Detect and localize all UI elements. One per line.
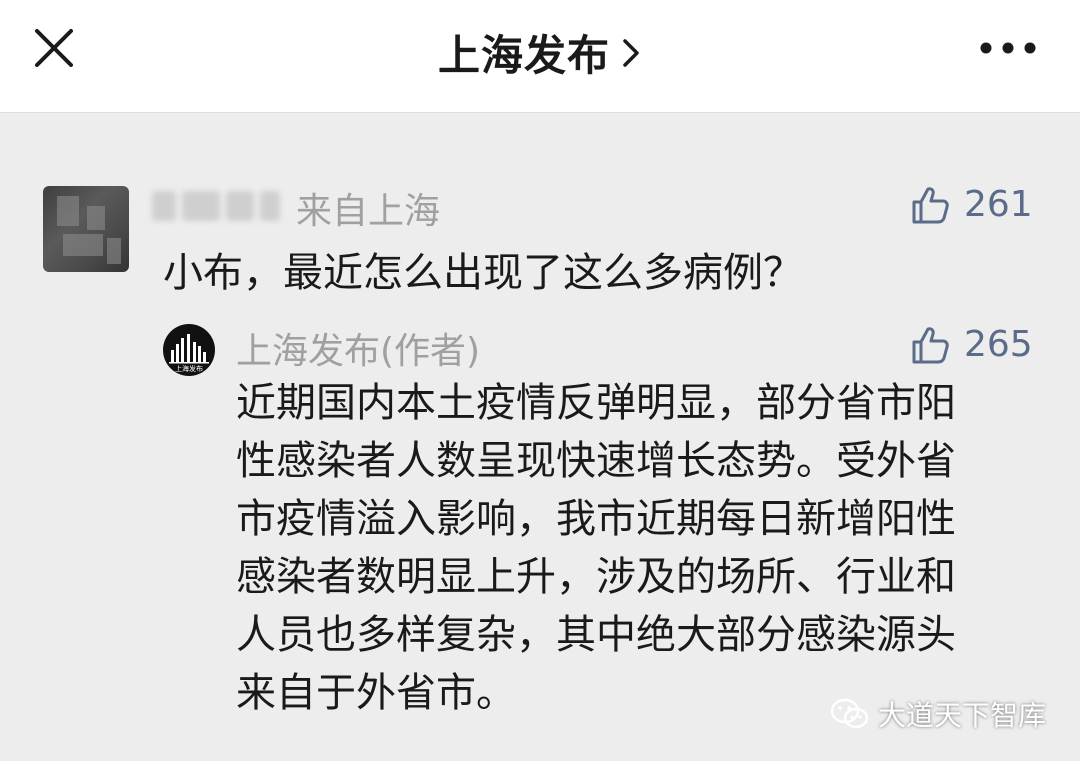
wechat-icon xyxy=(830,698,869,729)
reply-text-line: 人员也多样复杂，其中绝大部分感染源头 xyxy=(236,612,956,658)
comment-location: 来自上海 xyxy=(296,191,441,232)
page-title: 上海发布 xyxy=(437,31,610,80)
chevron-right-icon xyxy=(623,38,639,67)
more-button[interactable] xyxy=(976,36,1040,60)
reply-author-name: 上海发布(作者) xyxy=(236,331,481,372)
watermark: 大道天下智库 xyxy=(830,694,1046,734)
commenter-name-redacted xyxy=(152,186,280,226)
reply-text-line: 市疫情溢入影响，我市近期每日新增阳性 xyxy=(236,496,956,542)
account-title-link[interactable]: 上海发布 xyxy=(438,22,642,83)
comment-like-button[interactable]: 261 xyxy=(910,184,1033,225)
comment-text: 小布，最近怎么出现了这么多病例？ xyxy=(163,250,803,296)
author-avatar[interactable]: 上海发布 xyxy=(163,324,215,376)
avatar-logo-text: 上海发布 xyxy=(175,364,203,373)
reply-text-line: 近期国内本土疫情反弹明显，部分省市阳 xyxy=(236,380,956,426)
reply-text-line: 性感染者人数呈现快速增长态势。受外省 xyxy=(236,438,956,484)
thumbs-up-icon xyxy=(912,186,949,223)
reply-text: 近期国内本土疫情反弹明显，部分省市阳 性感染者人数呈现快速增长态势。受外省 市疫… xyxy=(236,374,1036,722)
reply-like-button[interactable]: 265 xyxy=(910,324,1033,365)
nav-header: 上海发布 xyxy=(0,0,1080,113)
reply-text-line: 感染者数明显上升，涉及的场所、行业和 xyxy=(236,554,956,600)
comment-like-count: 261 xyxy=(964,184,1033,225)
city-skyline-logo: 上海发布 xyxy=(169,334,209,373)
watermark-text: 大道天下智库 xyxy=(877,699,1046,732)
more-icon xyxy=(980,42,1036,54)
thumbs-up-icon xyxy=(912,326,949,363)
reply-like-count: 265 xyxy=(964,324,1033,365)
commenter-avatar[interactable] xyxy=(43,186,129,272)
